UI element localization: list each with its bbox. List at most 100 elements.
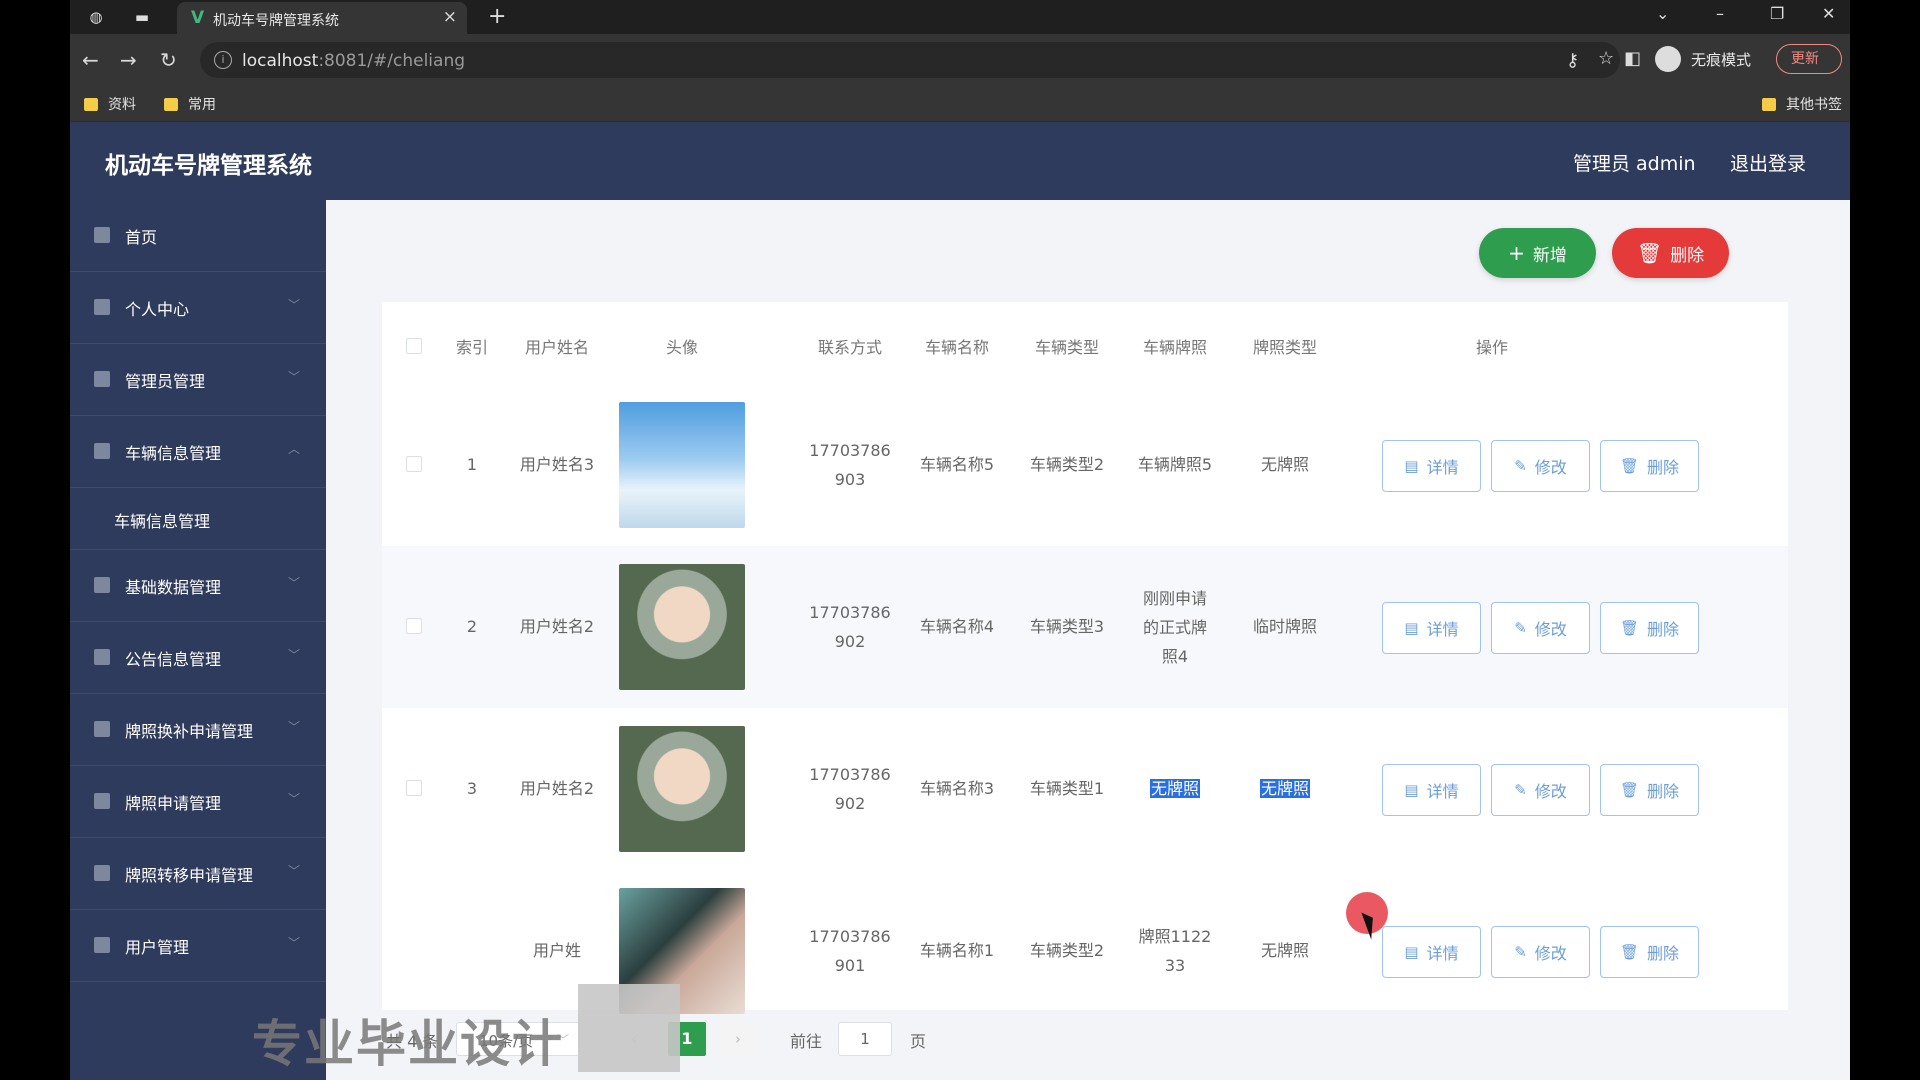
row-delete-button[interactable]: 🗑 删除 <box>1600 602 1699 654</box>
watermark-overlay: 专业毕业设计 <box>252 1015 564 1073</box>
plate-line-3: 照4 <box>1161 647 1189 666</box>
reload-icon[interactable]: ↻ <box>160 48 177 72</box>
delete-label: 删除 <box>1647 782 1680 801</box>
phone-line-2: 902 <box>834 794 866 813</box>
sidebar-item-label: 个人中心 <box>125 300 190 319</box>
bookmark-changyong[interactable]: 常用 <box>164 94 216 114</box>
sidebar-item-users[interactable]: 用户管理 ﹀ <box>70 910 326 982</box>
row-delete-button[interactable]: 🗑 删除 <box>1600 926 1699 978</box>
row-checkbox[interactable] <box>406 456 422 472</box>
sidebar-item-plate-replace[interactable]: 牌照换补申请管理 ﹀ <box>70 694 326 766</box>
sidebar-item-plate-apply[interactable]: 牌照申请管理 ﹀ <box>70 766 326 838</box>
incognito-indicator[interactable]: 无痕模式 <box>1655 42 1751 76</box>
sidepanel-icon[interactable]: ◧ <box>1624 48 1641 69</box>
vue-logo-icon: V <box>191 8 205 28</box>
url-host: localhost <box>242 51 319 71</box>
chevron-down-icon: ﹀ <box>287 864 300 878</box>
sidebar-item-basedata[interactable]: 基础数据管理 ﹀ <box>70 550 326 622</box>
cell-plate-type: 无牌照 <box>1260 455 1309 474</box>
pin-icon <box>94 649 110 665</box>
header-vehicle-name: 车辆名称 <box>924 338 989 357</box>
row-checkbox[interactable] <box>406 780 422 796</box>
cell-index: 1 <box>466 455 478 474</box>
cell-vehicle-name: 车辆名称1 <box>919 941 995 960</box>
sidebar-item-home[interactable]: 首页 <box>70 200 326 272</box>
bulk-delete-button[interactable]: 🗑 删除 <box>1612 228 1729 278</box>
key-icon[interactable]: ⚷ <box>1566 50 1579 71</box>
sidebar-subitem-vehicles[interactable]: 车辆信息管理 <box>70 488 326 550</box>
edit-label: 修改 <box>1534 620 1567 639</box>
goto-page-input[interactable]: 1 <box>838 1022 892 1056</box>
bookmark-label: 其他书签 <box>1786 97 1842 113</box>
edit-icon <box>94 937 110 953</box>
edit-button[interactable]: ✎ 修改 <box>1491 602 1590 654</box>
sidebar-item-plate-transfer[interactable]: 牌照转移申请管理 ﹀ <box>70 838 326 910</box>
tab-title: 机动车号牌管理系统 <box>213 13 339 29</box>
sidebar-subitem-label: 车辆信息管理 <box>114 512 211 531</box>
tab-close-icon[interactable]: × <box>443 7 457 27</box>
logout-link[interactable]: 退出登录 <box>1730 149 1806 176</box>
browser-tab-active[interactable]: V 机动车号牌管理系统 × <box>177 2 467 34</box>
delete-label: 删除 <box>1647 620 1680 639</box>
power-icon <box>94 865 110 881</box>
cell-plate: 无牌照 <box>1120 774 1230 803</box>
cell-vehicle-name: 车辆名称4 <box>919 617 995 636</box>
sidebar-item-vehicles[interactable]: 车辆信息管理 ︿ <box>70 416 326 488</box>
sidebar-item-label: 车辆信息管理 <box>125 444 222 463</box>
select-all-checkbox[interactable] <box>406 338 422 354</box>
plate-line-1: 牌照1122 <box>1138 927 1212 946</box>
cell-plate: 刚刚申请 的正式牌 照4 <box>1120 584 1230 671</box>
detail-button[interactable]: ▤ 详情 <box>1382 602 1481 654</box>
tab-search-icon[interactable]: ⌄ <box>1656 4 1669 23</box>
plate-line-1: 刚刚申请 <box>1142 589 1207 608</box>
edit-button[interactable]: ✎ 修改 <box>1491 440 1590 492</box>
minimize-icon[interactable]: – <box>1716 4 1724 23</box>
update-button[interactable]: 更新 <box>1776 44 1842 74</box>
cell-name: 用户姓名3 <box>519 455 595 474</box>
bookmark-ziliao[interactable]: 资料 <box>84 94 136 114</box>
browser-window: ◍ ▬ V 机动车号牌管理系统 × + ⌄ – ❐ ✕ ← → ↻ i loca… <box>70 0 1850 1080</box>
row-delete-button[interactable]: 🗑 删除 <box>1600 764 1699 816</box>
chevron-down-icon: ﹀ <box>287 576 300 590</box>
cell-phone: 17703786 901 <box>790 922 910 980</box>
header-plate-type: 牌照类型 <box>1252 338 1317 357</box>
document-icon: ▤ <box>1404 619 1419 637</box>
row-checkbox[interactable] <box>406 618 422 634</box>
edit-button[interactable]: ✎ 修改 <box>1491 764 1590 816</box>
browser-logo-icon[interactable]: ◍ <box>86 7 106 27</box>
bookmark-label: 常用 <box>188 97 216 113</box>
header-name: 用户姓名 <box>524 338 589 357</box>
sidebar-item-notices[interactable]: 公告信息管理 ﹀ <box>70 622 326 694</box>
edit-button[interactable]: ✎ 修改 <box>1491 926 1590 978</box>
restore-icon[interactable]: ❐ <box>1770 4 1784 23</box>
forward-icon[interactable]: → <box>120 48 137 72</box>
new-tab-icon[interactable]: + <box>488 4 506 29</box>
star-icon[interactable]: ☆ <box>1598 48 1614 69</box>
trash-icon: 🗑 <box>1619 781 1640 799</box>
address-bar[interactable]: i localhost:8081/#/cheliang ⚷ ☆ <box>200 42 1620 78</box>
sidebar-item-label: 管理员管理 <box>125 372 206 391</box>
folder-icon <box>164 97 178 111</box>
url-text: localhost:8081/#/cheliang <box>242 51 465 71</box>
row-delete-button[interactable]: 🗑 删除 <box>1600 440 1699 492</box>
header-actions: 操作 <box>1475 338 1508 357</box>
detail-button[interactable]: ▤ 详情 <box>1382 926 1481 978</box>
header-avatar: 头像 <box>665 338 698 357</box>
close-window-icon[interactable]: ✕ <box>1822 4 1835 23</box>
sidebar-item-profile[interactable]: 个人中心 ﹀ <box>70 272 326 344</box>
back-icon[interactable]: ← <box>82 48 99 72</box>
detail-button[interactable]: ▤ 详情 <box>1382 764 1481 816</box>
url-path: :8081/#/cheliang <box>318 51 466 71</box>
add-button[interactable]: + 新增 <box>1479 228 1596 278</box>
phone-line-1: 17703786 <box>809 765 891 784</box>
document-icon: ▤ <box>1404 943 1419 961</box>
tab-list-icon[interactable]: ▬ <box>132 7 152 27</box>
cell-plate-type: 无牌照 <box>1260 941 1309 960</box>
detail-button[interactable]: ▤ 详情 <box>1382 440 1481 492</box>
bookmark-other[interactable]: 其他书签 <box>1762 94 1842 114</box>
sidebar-item-admins[interactable]: 管理员管理 ﹀ <box>70 344 326 416</box>
site-info-icon[interactable]: i <box>214 51 232 69</box>
next-page-button[interactable]: › <box>720 1022 756 1056</box>
sidebar-item-label: 牌照转移申请管理 <box>125 866 254 885</box>
incognito-icon <box>1655 46 1681 72</box>
